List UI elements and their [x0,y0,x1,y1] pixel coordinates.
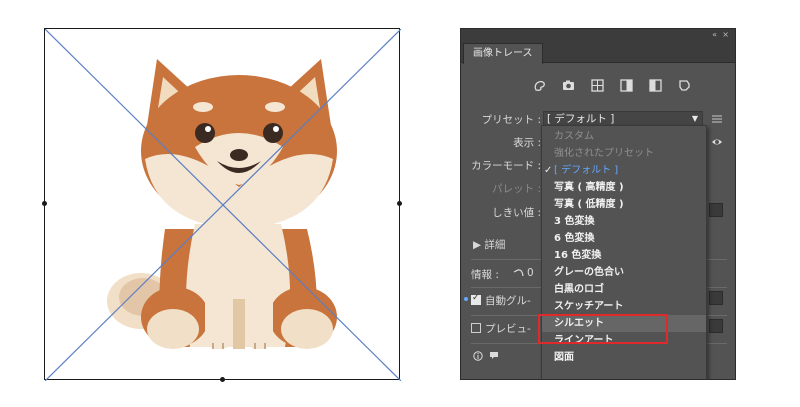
placed-image-frame[interactable] [42,28,402,382]
tab-strip: 画像トレース [461,41,735,64]
preset-option-photo-high[interactable]: 写真 ( 高精度 ) [542,179,706,196]
details-toggle[interactable]: ▶ 詳細 [473,237,505,252]
info-icon[interactable] [473,351,483,361]
shiba-inu-illustration [45,29,401,381]
preset-option-photo-low[interactable]: 写真 ( 低精度 ) [542,196,706,213]
info-label: 情報 : [471,269,499,281]
preview-label: プレビュ- [485,323,531,335]
collapse-panel-icon[interactable]: « [712,29,717,41]
color-mode-label: カラーモード : [471,160,541,172]
resize-handle-left[interactable] [42,201,47,206]
resize-handle-bottom[interactable] [220,377,225,382]
black-white-icon[interactable] [649,79,662,92]
preset-option-6-colors[interactable]: 6 色変換 [542,230,706,247]
preset-option-label: [ デフォルト ] [554,165,619,176]
trace-button-box[interactable] [709,319,723,333]
preset-list-icon[interactable] [711,113,723,125]
outline-icon[interactable] [678,79,691,92]
high-color-icon[interactable] [562,79,575,92]
highlight-annotation-box [538,314,668,344]
preset-option-sketch-art[interactable]: スケッチアート [542,298,706,315]
preset-option-3-colors[interactable]: 3 色変換 [542,213,706,230]
checkmark-icon: ✓ [544,165,553,176]
threshold-label: しきい値 : [492,207,541,219]
preset-label: プリセット : [481,114,541,126]
resize-handle-right[interactable] [397,201,402,206]
preset-option-16-colors[interactable]: 16 色変換 [542,247,706,264]
preset-icon-row [533,79,691,93]
info-value: 0 [527,267,534,279]
preset-option-bw-logo[interactable]: 白黒のロゴ [542,281,706,298]
auto-group-checkbox[interactable] [471,293,481,305]
modified-dot [464,297,468,301]
preset-select-value: [ デフォルト ] [547,113,615,125]
grayscale-icon[interactable] [620,79,633,92]
preview-checkbox[interactable] [471,323,481,333]
chevron-down-icon: ▼ [691,114,698,123]
preset-option-custom: カスタム [554,131,594,142]
eye-icon[interactable] [711,137,723,147]
auto-color-icon[interactable] [533,79,546,92]
view-label: 表示 : [513,137,541,149]
comment-icon[interactable] [489,351,499,361]
auto-group-label: 自動グル- [485,295,531,307]
preset-option-technical-drawing[interactable]: 図面 [542,349,706,366]
preset-option-grayscale[interactable]: グレーの色合い [542,264,706,281]
expand-button-box[interactable] [709,291,723,305]
tab-image-trace[interactable]: 画像トレース [463,43,543,64]
panel-titlebar: « × [461,29,735,41]
threshold-value-box[interactable] [709,203,723,217]
preset-option-default[interactable]: ✓ [ デフォルト ] [542,162,706,179]
palette-label: パレット : [492,183,541,195]
preset-option-enhanced: 強化されたプリセット [554,148,654,159]
path-count-icon [513,269,524,277]
low-color-icon[interactable] [591,79,604,92]
close-panel-icon[interactable]: × [722,29,729,41]
